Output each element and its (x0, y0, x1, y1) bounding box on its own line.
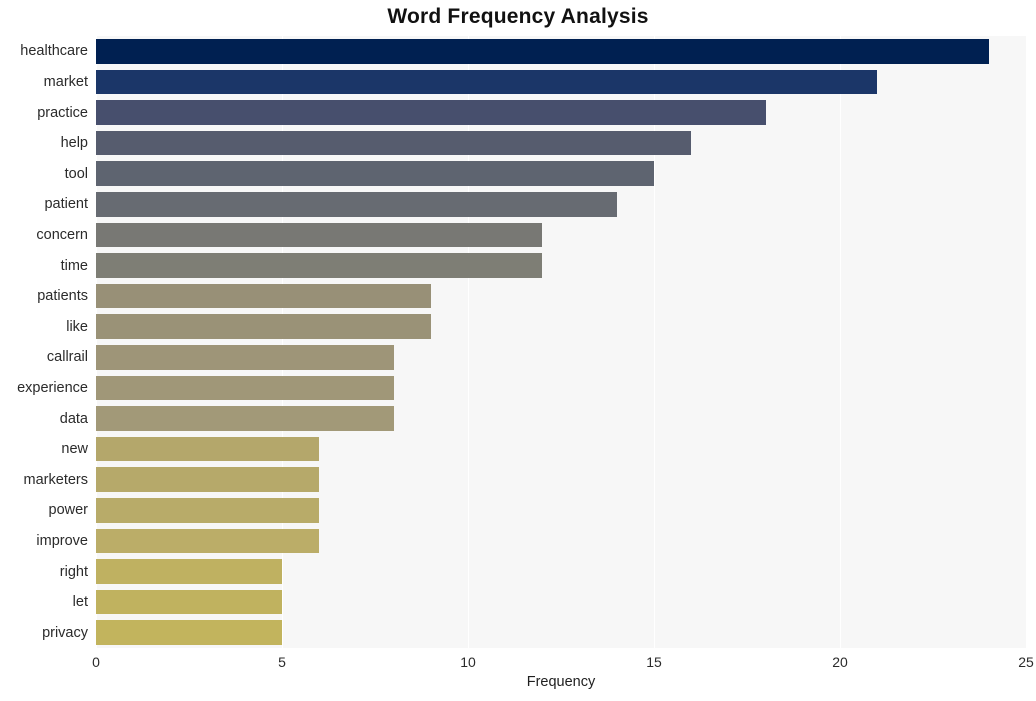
y-tick-label-patients: patients (37, 288, 88, 305)
y-tick-label-like: like (66, 318, 88, 335)
y-tick-label-data: data (59, 410, 88, 427)
x-tick-label-10: 10 (460, 654, 476, 670)
y-tick-label-new: new (61, 441, 88, 458)
x-tick-label-5: 5 (278, 654, 286, 670)
x-tick-label-20: 20 (832, 654, 848, 670)
y-tick-label-marketers: marketers (23, 471, 88, 488)
x-tick-label-15: 15 (646, 654, 662, 670)
y-tick-label-tool: tool (64, 165, 88, 182)
y-axis-tick-labels: healthcare market practice help tool patient c… (0, 36, 1036, 648)
y-tick-label-concern: concern (36, 226, 88, 243)
y-tick-label-time: time (60, 257, 88, 274)
y-tick-label-patient: patient (44, 196, 88, 213)
y-tick-label-practice: practice (37, 104, 88, 121)
y-tick-label-let: let (72, 594, 88, 611)
chart-title: Word Frequency Analysis (387, 5, 649, 28)
x-axis-label: Frequency (526, 674, 596, 690)
x-axis-tick-labels: 0 5 10 15 20 25 (0, 650, 1036, 676)
y-tick-label-experience: experience (17, 379, 88, 396)
chart-figure: Word Frequency Analysis healthcare market… (0, 0, 1036, 701)
y-tick-label-help: help (60, 135, 88, 152)
y-tick-label-healthcare: healthcare (20, 43, 88, 60)
y-tick-label-privacy: privacy (42, 624, 88, 641)
y-tick-label-callrail: callrail (46, 349, 88, 366)
y-tick-label-right: right (59, 563, 88, 580)
y-tick-label-market: market (43, 73, 88, 90)
y-tick-label-power: power (48, 502, 89, 519)
x-tick-label-0: 0 (92, 654, 100, 670)
x-tick-label-25: 25 (1018, 654, 1034, 670)
y-tick-label-improve: improve (36, 532, 88, 549)
